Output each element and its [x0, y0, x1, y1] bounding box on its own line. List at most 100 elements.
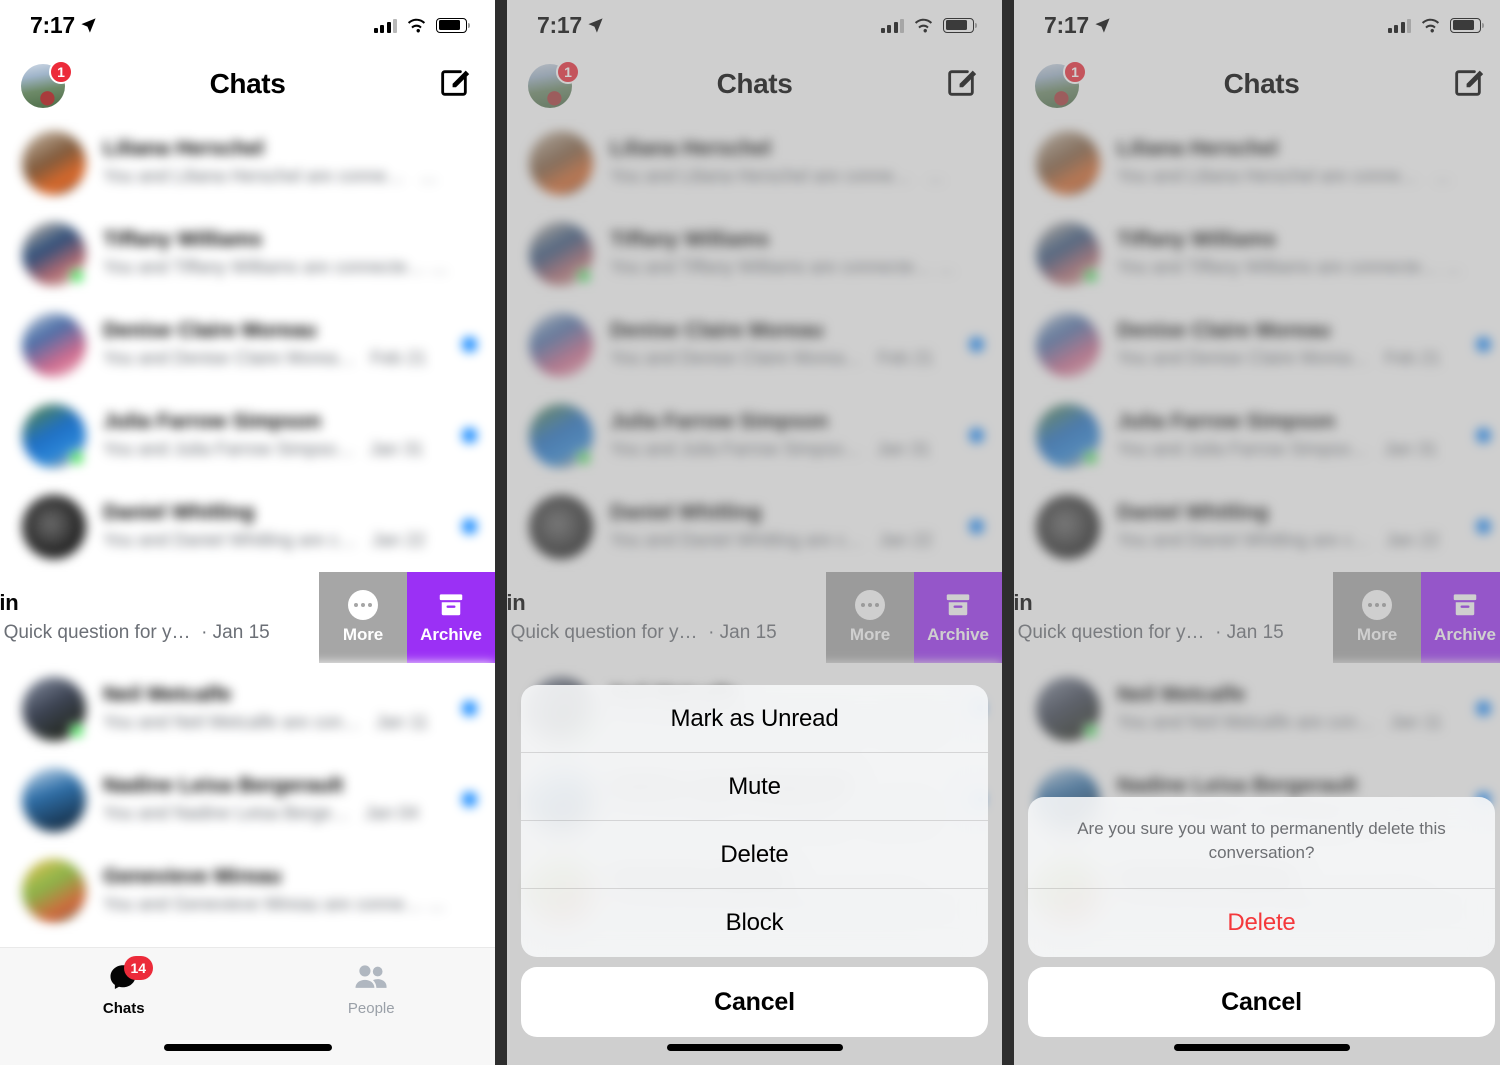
- swiped-chat-row[interactable]: a Griffin e Elise! Quick question for y……: [0, 572, 495, 663]
- avatar: [22, 767, 86, 832]
- panel-action-sheet: 7:17 1 Chats Liliana Herschel You and Li…: [507, 0, 1002, 1065]
- status-time: 7:17: [30, 11, 75, 38]
- list-item-name: Julia Farrow Simpson: [103, 410, 322, 434]
- avatar: [22, 221, 86, 286]
- list-item-name: Genevieve Mireau: [103, 865, 282, 889]
- chat-list: Liliana Herschel You and Liliana Hersche…: [0, 117, 495, 936]
- location-arrow-icon: [81, 17, 96, 33]
- list-item-preview: You and Genevieve Mireau are conne… Dec …: [103, 894, 450, 915]
- confirm-delete-button[interactable]: Delete: [1028, 889, 1495, 957]
- avatar-badge: 1: [49, 60, 73, 84]
- action-block[interactable]: Block: [521, 889, 988, 957]
- avatar: [22, 676, 86, 741]
- unread-dot: [462, 246, 477, 261]
- avatar: [22, 130, 86, 195]
- chat-bubble-icon-wrap: 14: [107, 956, 153, 994]
- action-sheet-options: Mark as Unread Mute Delete Block: [521, 685, 988, 957]
- list-item-name: Tiffany Williams: [103, 228, 263, 252]
- page-title: Chats: [209, 67, 286, 99]
- archive-button-label: Archive: [420, 625, 482, 644]
- status-bar: 7:17: [0, 0, 495, 50]
- list-item-preview: You and Neil Metcalfe are con… Jan 11: [103, 712, 429, 733]
- panel-divider: [495, 0, 507, 1065]
- cancel-button[interactable]: Cancel: [1028, 967, 1495, 1037]
- avatar: [22, 494, 86, 559]
- chats-badge: 14: [123, 956, 153, 980]
- three-panel-screenshot-strip: 7:17 1 Chats Liliana Herschel You and Li…: [0, 0, 1500, 1065]
- list-item[interactable]: Daniel Whitling You and Daniel Whitling …: [0, 481, 495, 572]
- home-indicator: [163, 1044, 332, 1051]
- list-item[interactable]: Julia Farrow Simpson You and Julia Farro…: [0, 390, 495, 481]
- list-item[interactable]: Tiffany Williams You and Tiffany William…: [0, 208, 495, 299]
- list-item-name: Neil Metcalfe: [103, 683, 232, 707]
- list-item[interactable]: Denise Claire Moreau You and Denise Clai…: [0, 299, 495, 390]
- list-item-name: Nadine Leisa Bergerault: [103, 774, 344, 798]
- battery-icon: [436, 17, 471, 33]
- profile-avatar-button[interactable]: 1: [21, 60, 73, 108]
- list-item-text: Neil Metcalfe You and Neil Metcalfe are …: [103, 682, 450, 735]
- unread-dot: [462, 701, 477, 716]
- list-item-preview: You and Julia Farrow Simpso… Jan 31: [103, 439, 424, 460]
- tab-people[interactable]: People: [248, 962, 496, 1017]
- cellular-bars-icon: [373, 18, 397, 33]
- status-bar-time-group: 7:17: [30, 12, 97, 39]
- compose-button[interactable]: [437, 66, 471, 100]
- list-item-text: Genevieve Mireau You and Genevieve Mirea…: [103, 864, 450, 917]
- avatar: [22, 403, 86, 468]
- more-button[interactable]: More: [319, 572, 407, 663]
- list-bottom-fade: [0, 921, 495, 947]
- list-item-preview: You and Daniel Whitling are c… Jan 22: [103, 530, 426, 551]
- list-item-text: Julia Farrow Simpson You and Julia Farro…: [103, 409, 450, 462]
- list-item[interactable]: Liliana Herschel You and Liliana Hersche…: [0, 117, 495, 208]
- panel-swipe-actions: 7:17 1 Chats Liliana Herschel You and Li…: [0, 0, 495, 1065]
- panel-divider: [1002, 0, 1014, 1065]
- unread-dot: [462, 155, 477, 170]
- swiped-row-name: a Griffin: [0, 590, 19, 615]
- online-indicator: [69, 267, 85, 284]
- list-item-text: Tiffany Williams You and Tiffany William…: [103, 227, 450, 280]
- online-indicator: [69, 722, 85, 739]
- swiped-row-preview: e Elise! Quick question for y… · Jan 15: [0, 622, 270, 643]
- confirm-group: Are you sure you want to permanently del…: [1028, 796, 1495, 957]
- compose-icon: [441, 70, 470, 96]
- action-mark-as-unread[interactable]: Mark as Unread: [521, 685, 988, 753]
- list-item-preview: You and Denise Claire Morea… Feb 21: [103, 348, 427, 369]
- home-indicator: [1173, 1044, 1350, 1051]
- unread-dot: [462, 519, 477, 534]
- list-item-preview: You and Nadine Leisa Berge… Jan 04: [103, 803, 419, 824]
- unread-dot: [462, 792, 477, 807]
- delete-confirm-sheet: Are you sure you want to permanently del…: [1014, 796, 1500, 1065]
- action-mute[interactable]: Mute: [521, 753, 988, 821]
- online-indicator: [69, 449, 85, 466]
- swiped-row-text: a Griffin e Elise! Quick question for y……: [0, 590, 356, 644]
- status-bar-indicators: [373, 17, 471, 33]
- archive-button[interactable]: Archive: [407, 572, 495, 663]
- action-delete[interactable]: Delete: [521, 821, 988, 889]
- more-button-label: More: [342, 625, 384, 644]
- list-item-text: Daniel Whitling You and Daniel Whitling …: [103, 500, 450, 553]
- confirm-message: Are you sure you want to permanently del…: [1028, 797, 1495, 889]
- list-item-preview: You and Liliana Herschel are conne… Mar …: [103, 166, 450, 187]
- archive-box-icon: [439, 594, 463, 616]
- list-item-text: Nadine Leisa Bergerault You and Nadine L…: [103, 773, 450, 826]
- list-item-text: Denise Claire Moreau You and Denise Clai…: [103, 318, 450, 371]
- list-item-name: Denise Claire Moreau: [103, 319, 317, 343]
- avatar: [22, 858, 86, 923]
- ellipsis-circle-icon: [348, 590, 378, 620]
- list-item[interactable]: Neil Metcalfe You and Neil Metcalfe are …: [0, 663, 495, 754]
- list-item-preview: You and Tiffany Williams are connecte… M…: [103, 257, 450, 278]
- panel-delete-confirm: 7:17 1 Chats Liliana Herschel You and Li…: [1014, 0, 1500, 1065]
- people-icon-wrap: [354, 962, 388, 994]
- avatar: [22, 312, 86, 377]
- unread-dot: [462, 883, 477, 898]
- unread-dot: [462, 337, 477, 352]
- action-sheet: Mark as Unread Mute Delete Block Cancel: [507, 685, 1002, 1065]
- cancel-button[interactable]: Cancel: [521, 967, 988, 1037]
- list-item-name: Daniel Whitling: [103, 501, 255, 525]
- wifi-icon: [407, 18, 426, 33]
- people-icon: [355, 965, 387, 988]
- list-item-name: Liliana Herschel: [103, 137, 265, 161]
- unread-dot: [462, 428, 477, 443]
- list-item[interactable]: Nadine Leisa Bergerault You and Nadine L…: [0, 754, 495, 845]
- tab-chats[interactable]: 14 Chats: [0, 956, 248, 1017]
